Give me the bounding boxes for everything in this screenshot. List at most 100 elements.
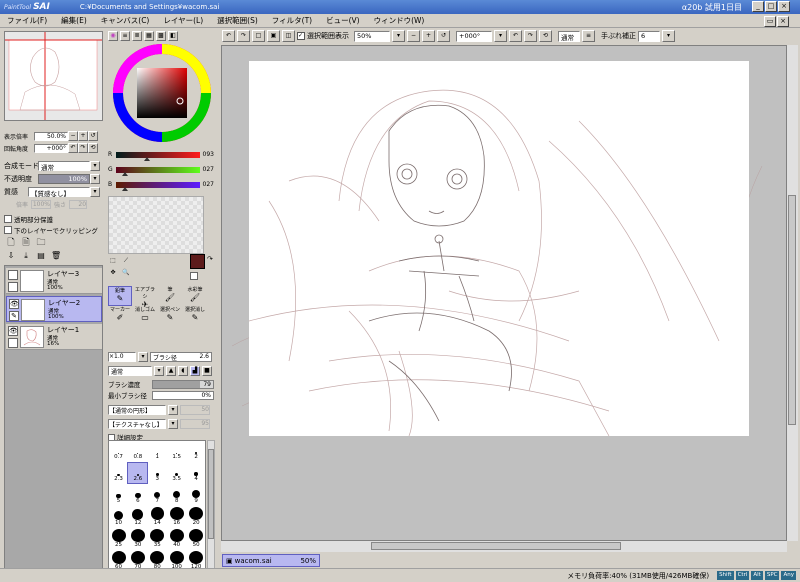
size-mult-dropdown-icon[interactable]: ▾ [138,352,148,362]
shape-square-icon[interactable]: ■ [202,366,212,376]
shape-flat-icon[interactable]: ▲ [166,366,176,376]
tool-select-pen[interactable]: 選択ペン ✎ [158,306,182,326]
brush-size-option[interactable]: 1 [148,441,167,461]
blend-mode-select[interactable]: 通常 [38,161,90,172]
brush-size-option[interactable]: 3 [148,463,167,483]
brush-shape-strength[interactable]: 50 [180,405,210,415]
brush-size-option[interactable]: 6 [128,485,147,505]
canvas-area[interactable] [221,45,787,541]
eye-icon[interactable]: 👁 [9,299,19,309]
brush-size-option[interactable]: 50 [187,529,206,549]
texture-dropdown-icon[interactable]: ▾ [90,187,100,197]
scratchpad-tab[interactable]: ◧ [168,31,178,41]
canvas-zoom-select[interactable]: 50% [354,30,390,42]
blue-value[interactable]: 027 [200,181,214,188]
green-slider[interactable] [116,166,200,176]
tool-airbrush[interactable]: エアブラシ ✈ [133,286,157,309]
blue-slider-thumb[interactable] [121,186,128,191]
invert-selection-button[interactable]: ▣ [267,30,280,42]
rotate-right-button[interactable]: ↷ [78,143,88,153]
brush-grid-scroll-thumb[interactable] [208,449,214,539]
brush-size-option[interactable]: 5 [109,485,128,505]
tool-pencil[interactable]: 鉛筆 ✎ [108,286,132,306]
canvas-mode-select[interactable]: 通常 [558,30,580,42]
horizontal-scrollbar[interactable] [221,541,787,552]
navigator-preview[interactable] [4,31,103,121]
redo-button[interactable]: ↷ [237,30,250,42]
brush-size-option[interactable]: 3.5 [167,463,186,483]
blend-dropdown-icon[interactable]: ▾ [90,161,100,171]
zoom-field[interactable]: 50.0% [34,131,68,141]
brush-size-option[interactable]: 0.8 [128,441,147,461]
shape-round-icon[interactable]: ◖ [178,366,188,376]
brush-size-option[interactable]: 7 [148,485,167,505]
layer-item[interactable]: 👁 レイヤー1 通常 16% [6,324,102,350]
merge-down-icon[interactable]: ⤓ [21,252,31,262]
brush-size-multiplier[interactable]: ×1.0 [108,352,136,362]
vertical-scrollbar[interactable] [787,45,798,541]
canvas-angle-select[interactable]: +000° [456,30,492,42]
layer-item[interactable]: レイヤー3 通常 100% [6,268,102,294]
selection-visible-checkbox[interactable]: ✓ [297,32,305,40]
zoom-reset-button[interactable]: ↺ [88,131,98,141]
doc-close-button[interactable]: × [777,16,789,27]
brush-min-size-slider[interactable]: 0% [152,390,214,400]
pen-icon[interactable]: ✎ [9,311,19,321]
color-wheel[interactable] [112,43,212,143]
color-mixer-tab[interactable]: ▦ [144,31,154,41]
stabilizer-select[interactable]: 6 [638,30,660,42]
texture-scale-value[interactable]: 100% [31,200,52,209]
color-wheel-tab[interactable]: ◉ [108,31,118,41]
brush-size-option[interactable]: 20 [187,507,206,527]
zoom-in-button[interactable]: + [78,131,88,141]
brush-mode-select[interactable]: 通常 [108,366,152,376]
brush-size-option[interactable]: 14 [148,507,167,527]
brush-size-option[interactable]: 10 [109,507,128,527]
delete-layer-icon[interactable]: 🗑 [51,252,61,262]
vertical-scroll-thumb[interactable] [788,195,796,425]
horizontal-scroll-thumb[interactable] [371,542,621,550]
canvas-flip-button[interactable]: ≡ [582,30,595,42]
visibility-toggle[interactable] [8,270,18,280]
texture-select[interactable]: 【質感なし】 [28,187,90,198]
brush-size-option[interactable]: 12 [128,507,147,527]
rotate-reset-button[interactable]: ⟲ [88,143,98,153]
stabilizer-dropdown-icon[interactable]: ▾ [662,30,675,42]
tool-watercolor[interactable]: 水彩筆 🖌 [183,286,207,306]
new-folder-icon[interactable]: 🗀 [36,239,46,249]
tool-marker[interactable]: マーカー ✐ [108,306,132,326]
swap-colors-icon[interactable]: ↷ [207,255,213,263]
document-tab[interactable]: ▣ wacom.sai 50% [222,554,320,567]
brush-size-option[interactable]: 1.5 [167,441,186,461]
menu-view[interactable]: ビュー(V) [319,15,366,26]
brush-size-option[interactable]: 35 [148,529,167,549]
brush-size-option[interactable]: 0.7 [109,441,128,461]
menu-selection[interactable]: 選択範囲(S) [210,15,265,26]
brush-size-option[interactable]: 25 [109,529,128,549]
brush-size-option[interactable]: 16 [167,507,186,527]
red-slider-thumb[interactable] [143,156,150,161]
main-color-swatch[interactable] [190,254,205,269]
green-value[interactable]: 027 [200,166,214,173]
menu-layer[interactable]: レイヤー(L) [156,15,210,26]
brush-size-option[interactable]: 2 [187,441,206,461]
sub-color-swatch[interactable] [190,272,198,280]
new-linework-layer-icon[interactable]: 🗎 [21,239,31,249]
canvas-rotate-right-button[interactable]: ↷ [524,30,537,42]
brush-grid-scrollbar[interactable] [207,440,215,576]
brush-size-option[interactable]: 2.3 [109,463,128,483]
texture-strength-value[interactable]: 20 [69,200,88,209]
lock-toggle[interactable] [8,282,18,292]
minimize-button[interactable]: _ [752,1,764,12]
brush-size-option[interactable]: 2.6 [127,462,149,484]
deselect-button[interactable]: □ [252,30,265,42]
red-value[interactable]: 093 [200,151,214,158]
brush-density-slider[interactable]: 79 [152,379,214,389]
hsv-slider-tab[interactable]: ≣ [132,31,142,41]
color-swatches[interactable] [108,196,204,254]
rgb-slider-tab[interactable]: ≡ [120,31,130,41]
canvas-rotate-reset-button[interactable]: ⟲ [539,30,552,42]
menu-canvas[interactable]: キャンバス(C) [94,15,157,26]
blue-slider[interactable] [116,181,200,191]
brush-texture-select[interactable]: 【テクスチャなし】 [108,419,166,429]
